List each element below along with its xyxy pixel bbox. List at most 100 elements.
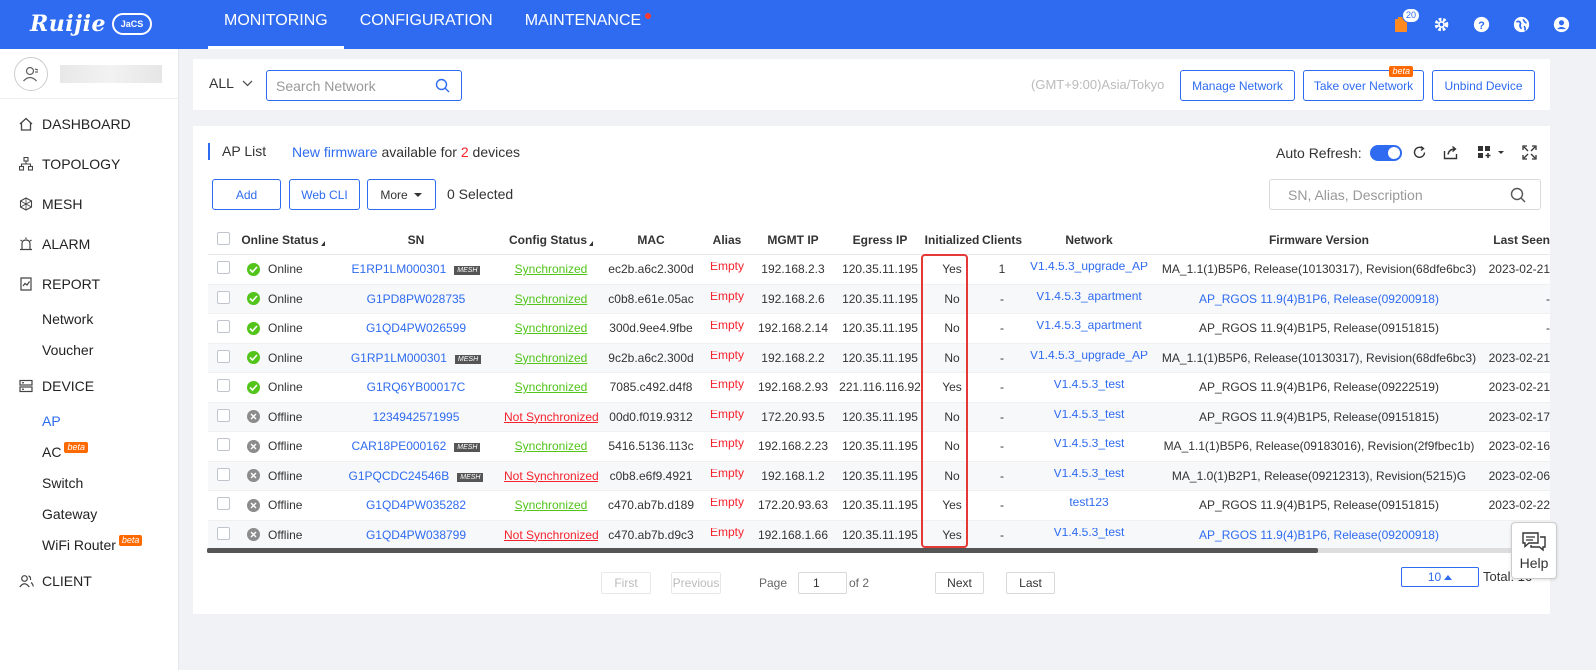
search-icon[interactable] [1510,187,1526,203]
sn-link[interactable]: 1234942571995 [373,410,460,424]
menu-device-gateway[interactable]: Gateway [0,499,178,530]
menu-device[interactable]: DEVICE [0,366,178,406]
web-cli-button[interactable]: Web CLI [289,179,360,210]
menu-device-ac[interactable]: AC beta [0,437,178,468]
alias-edit-link[interactable]: Empty [710,469,744,480]
col-online-status[interactable]: Online Status [238,233,328,247]
new-firmware-link[interactable]: New firmware [292,144,378,160]
fullscreen-icon[interactable] [1520,143,1538,161]
row-checkbox[interactable] [216,349,230,363]
sn-search-input[interactable] [1270,186,1510,203]
network-search-input[interactable] [267,77,435,94]
row-checkbox[interactable] [216,467,230,481]
table-row[interactable]: Online G1QD4PW026599 Synchronized 300d.9ee4… [208,314,1550,344]
page-number-input[interactable] [798,572,847,594]
menu-topology[interactable]: TOPOLOGY [0,144,178,184]
menu-report-voucher[interactable]: Voucher [0,335,178,366]
network-link[interactable]: V1.4.5.3_test [1054,469,1125,480]
take-over-network-button[interactable]: Take over Network beta [1303,66,1424,101]
more-dropdown-button[interactable]: More [367,179,436,210]
brand-logo[interactable]: Ruijie JaCS [30,8,152,40]
table-row[interactable]: Online G1PD8PW028735 Synchronized c0b8.e61e… [208,284,1550,314]
alias-edit-link[interactable]: Empty [710,321,744,332]
alias-edit-link[interactable]: Empty [710,410,744,421]
row-checkbox[interactable] [216,290,230,304]
network-link[interactable]: V1.4.5.3_test [1054,439,1125,450]
table-row[interactable]: Offline G1QD4PW038799 Not Synchronized c470… [208,520,1550,550]
alias-edit-link[interactable]: Empty [710,351,744,362]
sn-link[interactable]: G1QD4PW035282 [366,498,466,512]
config-status-link[interactable]: Synchronized [515,498,588,512]
network-link[interactable]: V1.4.5.3_upgrade_AP [1030,262,1148,273]
export-share-icon[interactable] [1441,143,1459,161]
alias-edit-link[interactable]: Empty [710,498,744,509]
unbind-device-button[interactable]: Unbind Device [1432,70,1535,101]
config-status-link[interactable]: Synchronized [515,351,588,365]
first-page-button[interactable]: First [601,572,651,594]
nav-monitoring[interactable]: MONITORING [208,0,344,49]
row-checkbox[interactable] [216,497,230,511]
table-row[interactable]: Offline G1PQCDC24546B MESH Not Synchronized… [208,461,1550,491]
row-checkbox[interactable] [216,320,230,334]
network-link[interactable]: V1.4.5.3_test [1054,380,1125,391]
network-link[interactable]: V1.4.5.3_test [1054,410,1125,421]
table-row[interactable]: Online G1RP1LM000301 MESH Synchronized 9c2b.… [208,343,1550,373]
config-status-link[interactable]: Not Synchronized [504,410,598,424]
network-link[interactable]: V1.4.5.3_test [1054,528,1125,539]
table-row[interactable]: Offline 1234942571995 Not Synchronized 00d0… [208,402,1550,432]
menu-report[interactable]: REPORT [0,264,178,304]
add-button[interactable]: Add [212,179,281,210]
scope-select[interactable]: ALL [209,75,253,91]
config-status-link[interactable]: Synchronized [515,321,588,335]
select-all-checkbox[interactable] [216,232,230,245]
network-link[interactable]: V1.4.5.3_apartment [1036,292,1141,303]
config-status-link[interactable]: Synchronized [515,439,588,453]
help-question-icon[interactable]: ? [1470,14,1492,36]
menu-device-wifi-router[interactable]: WiFi Router beta [0,530,178,561]
network-link[interactable]: test123 [1069,498,1108,509]
config-status-link[interactable]: Not Synchronized [504,528,598,542]
row-checkbox[interactable] [216,379,230,393]
nav-configuration[interactable]: CONFIGURATION [344,0,509,49]
notification-icon[interactable]: 20 [1390,7,1420,36]
alias-edit-link[interactable]: Empty [710,262,744,273]
sn-link[interactable]: G1QD4PW038799 [366,528,466,542]
nav-maintenance[interactable]: MAINTENANCE [509,0,659,49]
next-page-button[interactable]: Next [935,572,984,594]
menu-report-network[interactable]: Network [0,304,178,335]
alias-edit-link[interactable]: Empty [710,380,744,391]
menu-device-ap[interactable]: AP [0,406,178,437]
sn-link[interactable]: CAR18PE000162 [352,439,447,453]
scrollbar-thumb[interactable] [207,548,1318,553]
previous-page-button[interactable]: Previous [671,572,721,594]
sn-link[interactable]: E1RP1LM000301 [352,262,447,276]
alias-edit-link[interactable]: Empty [710,528,744,539]
alias-edit-link[interactable]: Empty [710,439,744,450]
manage-network-button[interactable]: Manage Network [1180,70,1295,101]
config-status-link[interactable]: Synchronized [515,292,588,306]
sn-link[interactable]: G1PD8PW028735 [367,292,466,306]
table-row[interactable]: Offline G1QD4PW035282 Synchronized c470.ab7… [208,491,1550,521]
table-row[interactable]: Offline CAR18PE000162 MESH Synchronized 5416… [208,432,1550,462]
row-checkbox[interactable] [216,261,230,275]
horizontal-scrollbar[interactable] [207,548,1550,553]
network-link[interactable]: V1.4.5.3_upgrade_AP [1030,351,1148,362]
config-status-link[interactable]: Synchronized [515,380,588,394]
sn-link[interactable]: G1RQ6YB00017C [367,380,466,394]
language-globe-icon[interactable] [1510,14,1532,36]
menu-alarm[interactable]: ALARM [0,224,178,264]
table-row[interactable]: Online E1RP1LM000301 MESH Synchronized ec2b.… [208,255,1550,285]
sn-link[interactable]: G1RP1LM000301 [351,351,447,365]
auto-refresh-toggle[interactable] [1369,145,1402,161]
user-account-icon[interactable] [1550,14,1572,36]
page-size-select[interactable]: 10 [1401,567,1479,587]
alias-edit-link[interactable]: Empty [710,292,744,303]
row-checkbox[interactable] [216,526,230,540]
row-checkbox[interactable] [216,408,230,422]
network-link[interactable]: V1.4.5.3_apartment [1036,321,1141,332]
sn-link[interactable]: G1PQCDC24546B [349,469,450,483]
table-row[interactable]: Online G1RQ6YB00017C Synchronized 7085.c492… [208,373,1550,403]
user-profile[interactable] [0,49,178,99]
row-checkbox[interactable] [216,438,230,452]
menu-device-switch[interactable]: Switch [0,468,178,499]
